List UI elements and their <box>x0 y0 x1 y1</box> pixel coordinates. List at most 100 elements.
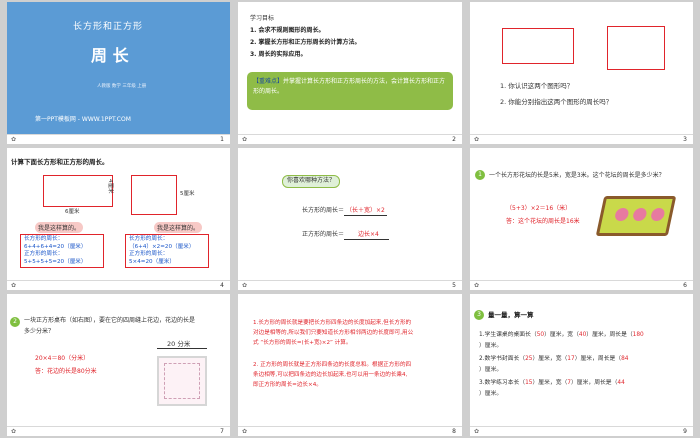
slide-footer: ✿ 3 <box>470 134 693 144</box>
slide-4-thumbnail[interactable]: 计算下面长方形和正方形的周长。 4厘米 6厘米 5厘米 我是这样算的。 我是这样… <box>7 148 230 290</box>
tablecloth-border <box>164 363 200 399</box>
slide-number: 1 <box>220 136 224 143</box>
square-formula-label: 正方形的周长＝ <box>302 231 345 238</box>
box-line: 6+4+6+4=20（厘米） <box>24 243 87 250</box>
problem-number-badge: 2 <box>10 317 20 327</box>
method-box-left: 长方形的周长： 6+4+6+4=20（厘米） 正方形的周长： 5+5+5+5=2… <box>20 234 104 268</box>
slide-6-thumbnail[interactable]: 1 一个长方形花坛的长是5米，宽是3米。这个花坛的周长是多少米？ （5+3）×2… <box>470 148 693 290</box>
practice-item: 2.数学书封面长（25）厘米，宽（17）厘米，周长是（84 <box>479 356 629 362</box>
slide-star-icon: ✿ <box>11 282 17 289</box>
box-line: 长方形的周长： <box>129 236 169 242</box>
tablecloth-image <box>157 356 207 406</box>
summary-line: 式 “长方形的周长=(长+宽)×2” 计算。 <box>253 340 352 346</box>
practice-heading: 量一量，算一算 <box>488 311 534 319</box>
slide-star-icon: ✿ <box>474 282 480 289</box>
slide-star-icon: ✿ <box>242 428 248 435</box>
slide-star-icon: ✿ <box>474 428 480 435</box>
goal-item: 1. 会求不规则图形的周长。 <box>250 27 325 34</box>
slide-number: 5 <box>452 282 456 289</box>
exercise-heading: 计算下面长方形和正方形的周长。 <box>11 158 109 166</box>
dimension-label: 20 分米 <box>166 340 192 349</box>
slide-number: 7 <box>220 428 224 435</box>
square-formula: 边长×4 <box>344 231 389 240</box>
key-points-box: 【重难点】并掌握计算长方形和正方形周长的方法，会计算长方形和正方形的周长。 <box>247 72 453 110</box>
problem-text: 多少分米？ <box>24 328 55 335</box>
problem-text: 一个长方形花坛的长是5米，宽是3米。这个花坛的周长是多少米？ <box>489 172 665 179</box>
slide-footer: ✿ 6 <box>470 280 693 290</box>
flower-bed-image <box>595 196 677 236</box>
box-line: （6+4）×2=20（厘米） <box>129 243 195 250</box>
question-2: 2. 你能分别指出这两个图形的周长吗？ <box>500 98 613 106</box>
calculation: 20×4＝80（分米） <box>35 355 90 362</box>
practice-item: 1.学生课桌的桌面长（50）厘米，宽（40）厘米，周长是（180 <box>479 332 644 338</box>
slide-2-thumbnail[interactable]: 学习目标 1. 会求不规则图形的周长。 2. 掌握长方形和正方形周长的计算方法。… <box>238 2 462 144</box>
summary-line: 2. 正方形的周长就是正方形四条边的长度总和。根据正方形的四 <box>253 362 412 368</box>
height-label: 4厘米 <box>107 179 113 194</box>
problem-number-badge: 3 <box>474 310 484 320</box>
practice-item-end: ）厘米。 <box>479 367 503 373</box>
box-line: 5+5+5+5=20（厘米） <box>24 258 87 265</box>
box-line: 5×4=20（厘米） <box>129 258 175 265</box>
slide-9-thumbnail[interactable]: 3 量一量，算一算 1.学生课桌的桌面长（50）厘米，宽（40）厘米，周长是（1… <box>470 294 693 436</box>
slide-star-icon: ✿ <box>474 136 480 143</box>
width-label: 6厘米 <box>65 209 80 215</box>
answer: 答：这个花坛的周长是16米 <box>506 218 580 225</box>
slide-number: 2 <box>452 136 456 143</box>
slide-footer: ✿ 5 <box>238 280 462 290</box>
publisher-label: 人教版 数学 三年级 上册 <box>97 84 147 89</box>
slide-number: 4 <box>220 282 224 289</box>
watermark-text: 第一PPT模板网 - WWW.1PPT.COM <box>35 116 131 123</box>
rect-formula: （长＋宽）×2 <box>344 207 387 216</box>
square-shape <box>607 26 665 70</box>
slide-star-icon: ✿ <box>242 282 248 289</box>
key-points-label: 【重难点】 <box>253 78 284 85</box>
square-shape <box>131 175 177 215</box>
slide-grid: 长方形和正方形 周 长 人教版 数学 三年级 上册 第一PPT模板网 - WWW… <box>0 0 700 438</box>
slide-number: 3 <box>683 136 687 143</box>
goals-heading: 学习目标 <box>250 15 275 22</box>
practice-item: 3.数学练习本长（15）厘米，宽（7）厘米，周长是（44 <box>479 380 625 386</box>
flower-icon <box>649 208 666 221</box>
goal-item: 3. 周长的实际应用。 <box>250 51 307 58</box>
slide-footer: ✿ 7 <box>7 426 230 436</box>
slide-5-thumbnail[interactable]: 你喜欢哪种方法？ 长方形的周长＝ （长＋宽）×2 正方形的周长＝ 边长×4 ✿ 5 <box>238 148 462 290</box>
flower-icon <box>631 208 648 221</box>
rectangle-shape <box>43 175 113 207</box>
slide-footer: ✿ 4 <box>7 280 230 290</box>
dimension-line <box>157 348 207 349</box>
rect-formula-label: 长方形的周长＝ <box>302 207 345 214</box>
slide-star-icon: ✿ <box>11 136 17 143</box>
summary-line: 即正方形的周长=边长×4。 <box>253 382 322 388</box>
slide-footer: ✿ 1 <box>7 134 230 144</box>
summary-line: 条边相等,可以把四条边的边长加起来,也可以用一条边的长乘4, <box>253 372 408 378</box>
method-box-right: 长方形的周长： （6+4）×2=20（厘米） 正方形的周长： 5×4=20（厘米… <box>125 234 209 268</box>
slide-footer: ✿ 8 <box>238 426 462 436</box>
question-1: 1. 你认识这两个图形吗？ <box>500 82 574 90</box>
slide-number: 6 <box>683 282 687 289</box>
slide-subtitle: 长方形和正方形 <box>73 22 144 32</box>
box-line: 长方形的周长： <box>24 236 64 242</box>
answer: 答：花边的长是80分米 <box>35 368 97 375</box>
goal-item: 2. 掌握长方形和正方形周长的计算方法。 <box>250 39 361 46</box>
speech-bubble: 我是这样算的。 <box>154 222 203 233</box>
slide-number: 8 <box>452 428 456 435</box>
slide-title: 周 长 <box>91 46 129 65</box>
box-line: 正方形的周长： <box>129 251 169 258</box>
slide-number: 9 <box>683 428 687 435</box>
problem-text: 一块正方形桌布（如右图），要在它的四周缝上花边，花边的长是 <box>24 317 196 324</box>
summary-line: 1.长方形的周长就是要把长方形四条边的长度加起来,但长方形的 <box>253 320 412 326</box>
practice-item-end: ）厘米。 <box>479 343 503 349</box>
calculation: （5+3）×2＝16（米） <box>506 205 572 212</box>
slide-3-thumbnail[interactable]: 1. 你认识这两个图形吗？ 2. 你能分别指出这两个图形的周长吗？ ✿ 3 <box>470 2 693 144</box>
speech-bubble: 我是这样算的。 <box>35 222 84 233</box>
practice-item-end: ）厘米。 <box>479 391 503 397</box>
slide-star-icon: ✿ <box>11 428 17 435</box>
slide-1-thumbnail[interactable]: 长方形和正方形 周 长 人教版 数学 三年级 上册 第一PPT模板网 - WWW… <box>7 2 230 144</box>
side-label: 5厘米 <box>180 191 195 197</box>
summary-line: 对边是相等的,所以我们只要知道长方形相邻两边的长度即可,用公 <box>253 330 414 336</box>
slide-star-icon: ✿ <box>242 136 248 143</box>
slide-8-thumbnail[interactable]: 1.长方形的周长就是要把长方形四条边的长度加起来,但长方形的 对边是相等的,所以… <box>238 294 462 436</box>
box-line: 正方形的周长： <box>24 251 64 258</box>
slide-7-thumbnail[interactable]: 2 一块正方形桌布（如右图），要在它的四周缝上花边，花边的长是 多少分米？ 20… <box>7 294 230 436</box>
problem-number-badge: 1 <box>475 170 485 180</box>
